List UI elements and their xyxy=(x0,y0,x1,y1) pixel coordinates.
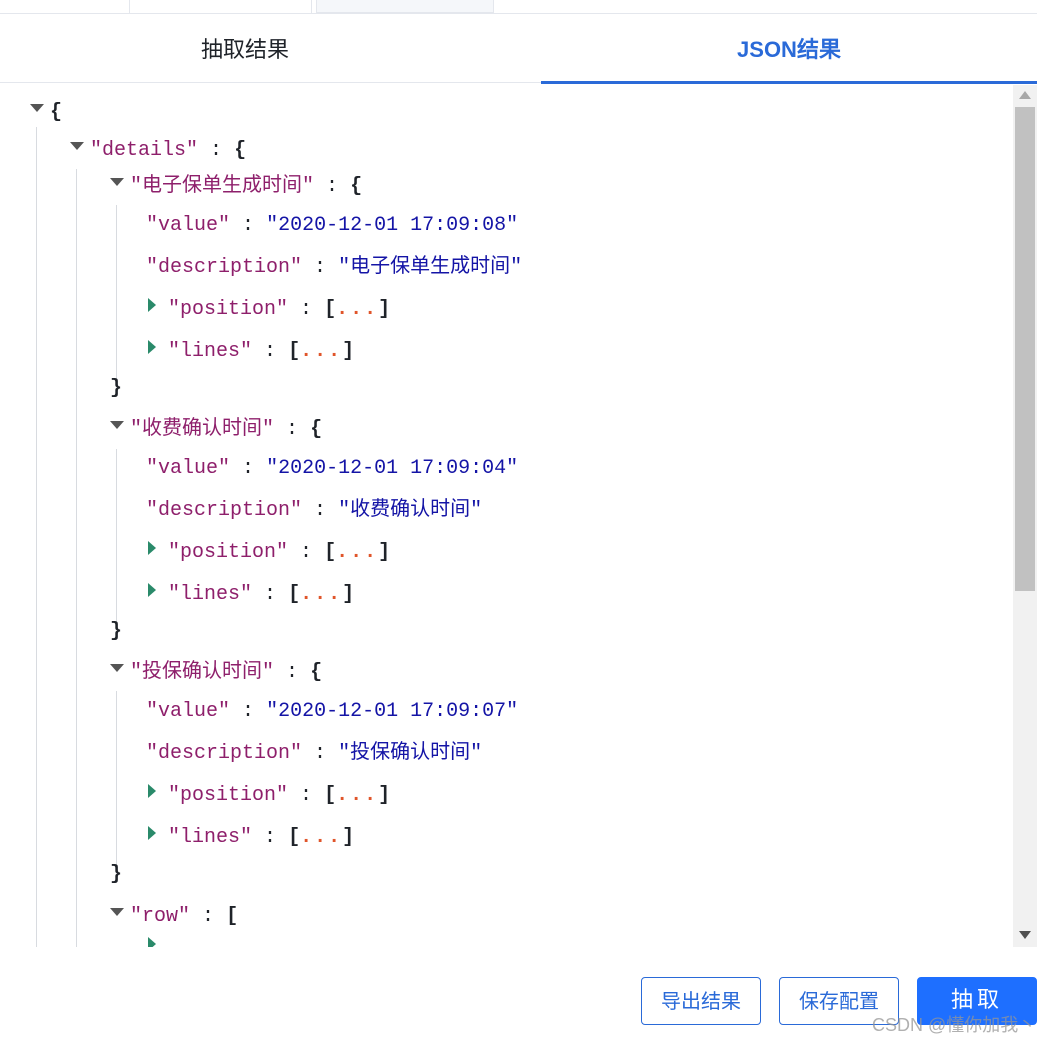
json-field-line: "value" : "2020-12-01 17:09:04" xyxy=(146,457,519,480)
expand-toggle-icon[interactable] xyxy=(148,540,156,555)
indent-guide xyxy=(36,127,37,947)
json-field-line: "position" : [...] xyxy=(148,783,390,808)
json-details-line: "details" : { xyxy=(70,139,246,163)
json-key: "投保确认时间" xyxy=(130,661,275,684)
vertical-scrollbar[interactable] xyxy=(1013,85,1037,947)
json-string: "2020-12-01 17:09:04" xyxy=(266,457,519,480)
json-string: "电子保单生成时间" xyxy=(338,256,523,279)
json-item-line: "电子保单生成时间" : { xyxy=(110,175,362,199)
json-key: "电子保单生成时间" xyxy=(130,175,315,198)
json-root-line: { xyxy=(30,101,62,125)
collapse-toggle-icon[interactable] xyxy=(70,141,84,150)
top-tab[interactable] xyxy=(316,0,494,13)
json-partial-line xyxy=(148,936,168,947)
tab-json-result[interactable]: JSON结果 xyxy=(541,14,1037,84)
collapsed-ellipsis[interactable]: ... xyxy=(300,583,342,606)
collapse-toggle-icon[interactable] xyxy=(110,663,124,672)
collapse-toggle-icon[interactable] xyxy=(110,420,124,429)
json-field-line: "lines" : [...] xyxy=(148,825,354,850)
json-key: "row" xyxy=(130,905,191,928)
top-tab[interactable] xyxy=(0,0,130,13)
json-string: "收费确认时间" xyxy=(338,499,483,522)
json-key: "details" xyxy=(90,139,199,162)
json-field-line: "value" : "2020-12-01 17:09:07" xyxy=(146,700,519,723)
collapsed-ellipsis[interactable]: ... xyxy=(336,298,378,321)
collapse-toggle-icon[interactable] xyxy=(30,103,44,112)
tab-extract-result[interactable]: 抽取结果 xyxy=(0,14,490,82)
indent-guide xyxy=(76,169,77,947)
json-string: "2020-12-01 17:09:08" xyxy=(266,214,519,237)
json-field-line: "lines" : [...] xyxy=(148,582,354,607)
expand-toggle-icon[interactable] xyxy=(148,339,156,354)
scroll-up-arrow-icon[interactable] xyxy=(1019,91,1031,99)
indent-guide xyxy=(116,691,117,871)
json-field-line: "position" : [...] xyxy=(148,297,390,322)
expand-toggle-icon[interactable] xyxy=(148,783,156,798)
json-row-line: "row" : [ xyxy=(110,905,238,929)
json-item-line: "投保确认时间" : { xyxy=(110,661,322,685)
json-item-line: "收费确认时间" : { xyxy=(110,418,322,442)
json-field-line: "description" : "投保确认时间" xyxy=(146,742,483,765)
collapsed-ellipsis[interactable]: ... xyxy=(336,784,378,807)
export-result-button[interactable]: 导出结果 xyxy=(641,977,761,1025)
json-close-line: } xyxy=(110,620,123,643)
json-field-line: "description" : "电子保单生成时间" xyxy=(146,256,523,279)
json-string: "2020-12-01 17:09:07" xyxy=(266,700,519,723)
expand-toggle-icon[interactable] xyxy=(148,582,156,597)
json-close-line: } xyxy=(110,863,123,886)
scrollbar-thumb[interactable] xyxy=(1015,107,1035,591)
indent-guide xyxy=(116,205,117,385)
indent-guide xyxy=(116,449,117,629)
expand-toggle-icon[interactable] xyxy=(148,297,156,312)
json-field-line: "description" : "收费确认时间" xyxy=(146,499,483,522)
json-viewer: { "details" : { "电子保单生成时间" : { "value" :… xyxy=(0,85,1012,947)
watermark: CSDN @懂你加我丶 xyxy=(872,1015,1037,1035)
top-tab-strip xyxy=(0,0,1037,14)
json-field-line: "lines" : [...] xyxy=(148,339,354,364)
expand-toggle-icon[interactable] xyxy=(148,825,156,840)
json-field-line: "value" : "2020-12-01 17:09:08" xyxy=(146,214,519,237)
collapse-toggle-icon[interactable] xyxy=(110,907,124,916)
result-tabs: 抽取结果 JSON结果 xyxy=(0,14,1037,84)
scroll-down-arrow-icon[interactable] xyxy=(1019,931,1031,939)
collapsed-ellipsis[interactable]: ... xyxy=(300,340,342,363)
json-string: "投保确认时间" xyxy=(338,742,483,765)
json-close-line: } xyxy=(110,377,123,400)
collapse-toggle-icon[interactable] xyxy=(110,177,124,186)
collapsed-ellipsis[interactable]: ... xyxy=(336,541,378,564)
top-tab-active[interactable] xyxy=(130,0,312,13)
json-field-line: "position" : [...] xyxy=(148,540,390,565)
json-key: "收费确认时间" xyxy=(130,418,275,441)
expand-toggle-icon[interactable] xyxy=(148,936,156,947)
collapsed-ellipsis[interactable]: ... xyxy=(300,826,342,849)
